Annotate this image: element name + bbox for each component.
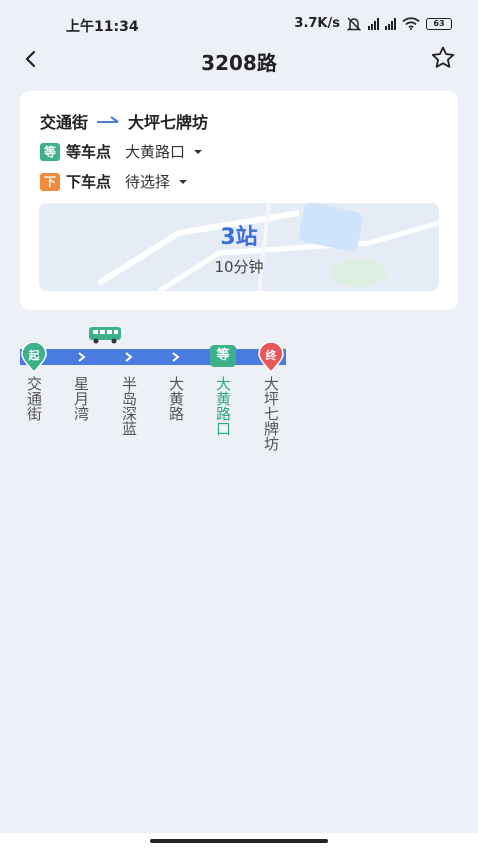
boarding-label: 等车点	[66, 143, 112, 161]
star-favorite-icon[interactable]	[430, 45, 456, 71]
boarding-stop-select[interactable]: 大黄路口	[125, 141, 185, 162]
status-icons: 3.7K/s 63	[294, 16, 452, 31]
start-station-pin: 起	[21, 341, 47, 374]
wait-station-badge: 等	[210, 345, 236, 367]
signal-icon-2	[385, 17, 396, 30]
station-name[interactable]: 交通街	[24, 376, 44, 421]
route-direction: 交通街 大坪七牌坊	[40, 109, 208, 133]
mini-map[interactable]: 3站 10分钟	[39, 203, 439, 291]
home-indicator[interactable]	[150, 839, 328, 843]
route-to: 大坪七牌坊	[128, 113, 209, 132]
mute-icon	[346, 16, 362, 31]
route-card: 交通街 大坪七牌坊 等 等车点 大黄路口 下 下车点 待选择 3站 10分钟	[20, 91, 458, 310]
route-track	[20, 349, 286, 365]
alight-label: 下车点	[66, 173, 112, 191]
bus-icon	[89, 327, 121, 344]
station-name[interactable]: 半岛深蓝	[119, 376, 139, 436]
network-speed: 3.7K/s	[294, 16, 340, 31]
start-tag: 起	[28, 349, 40, 362]
station-name[interactable]: 星月湾	[71, 376, 91, 421]
signal-icon-1	[368, 17, 379, 30]
stations-away: 3站	[220, 225, 258, 250]
wait-tag: 等	[40, 142, 60, 161]
caret-down-icon[interactable]	[193, 149, 203, 155]
alight-stop-row[interactable]: 下 下车点 待选择	[40, 171, 188, 192]
battery-icon: 63	[426, 17, 452, 30]
direction-arrow-icon	[97, 116, 119, 123]
alight-stop-select[interactable]: 待选择	[125, 171, 170, 192]
caret-down-icon[interactable]	[178, 179, 188, 185]
station-name[interactable]: 大坪七牌坊	[261, 376, 281, 451]
end-station-pin: 终	[258, 341, 284, 374]
chevron-right-icon	[78, 352, 86, 362]
eta-time: 10分钟	[214, 258, 264, 276]
route-from: 交通街	[40, 113, 89, 132]
station-name[interactable]: 大黄路	[166, 376, 186, 421]
chevron-right-icon	[125, 352, 133, 362]
page-title: 3208路	[201, 51, 277, 75]
status-bar: 上午11:34 3.7K/s 63	[0, 0, 478, 46]
chevron-right-icon	[172, 352, 180, 362]
alight-tag: 下	[40, 172, 60, 191]
status-time: 上午11:34	[66, 19, 139, 35]
end-tag: 终	[265, 349, 277, 362]
header: 3208路	[0, 42, 478, 78]
wifi-icon	[402, 17, 420, 30]
station-name-current[interactable]: 大黄路口	[213, 376, 233, 436]
boarding-stop-row[interactable]: 等 等车点 大黄路口	[40, 141, 203, 162]
